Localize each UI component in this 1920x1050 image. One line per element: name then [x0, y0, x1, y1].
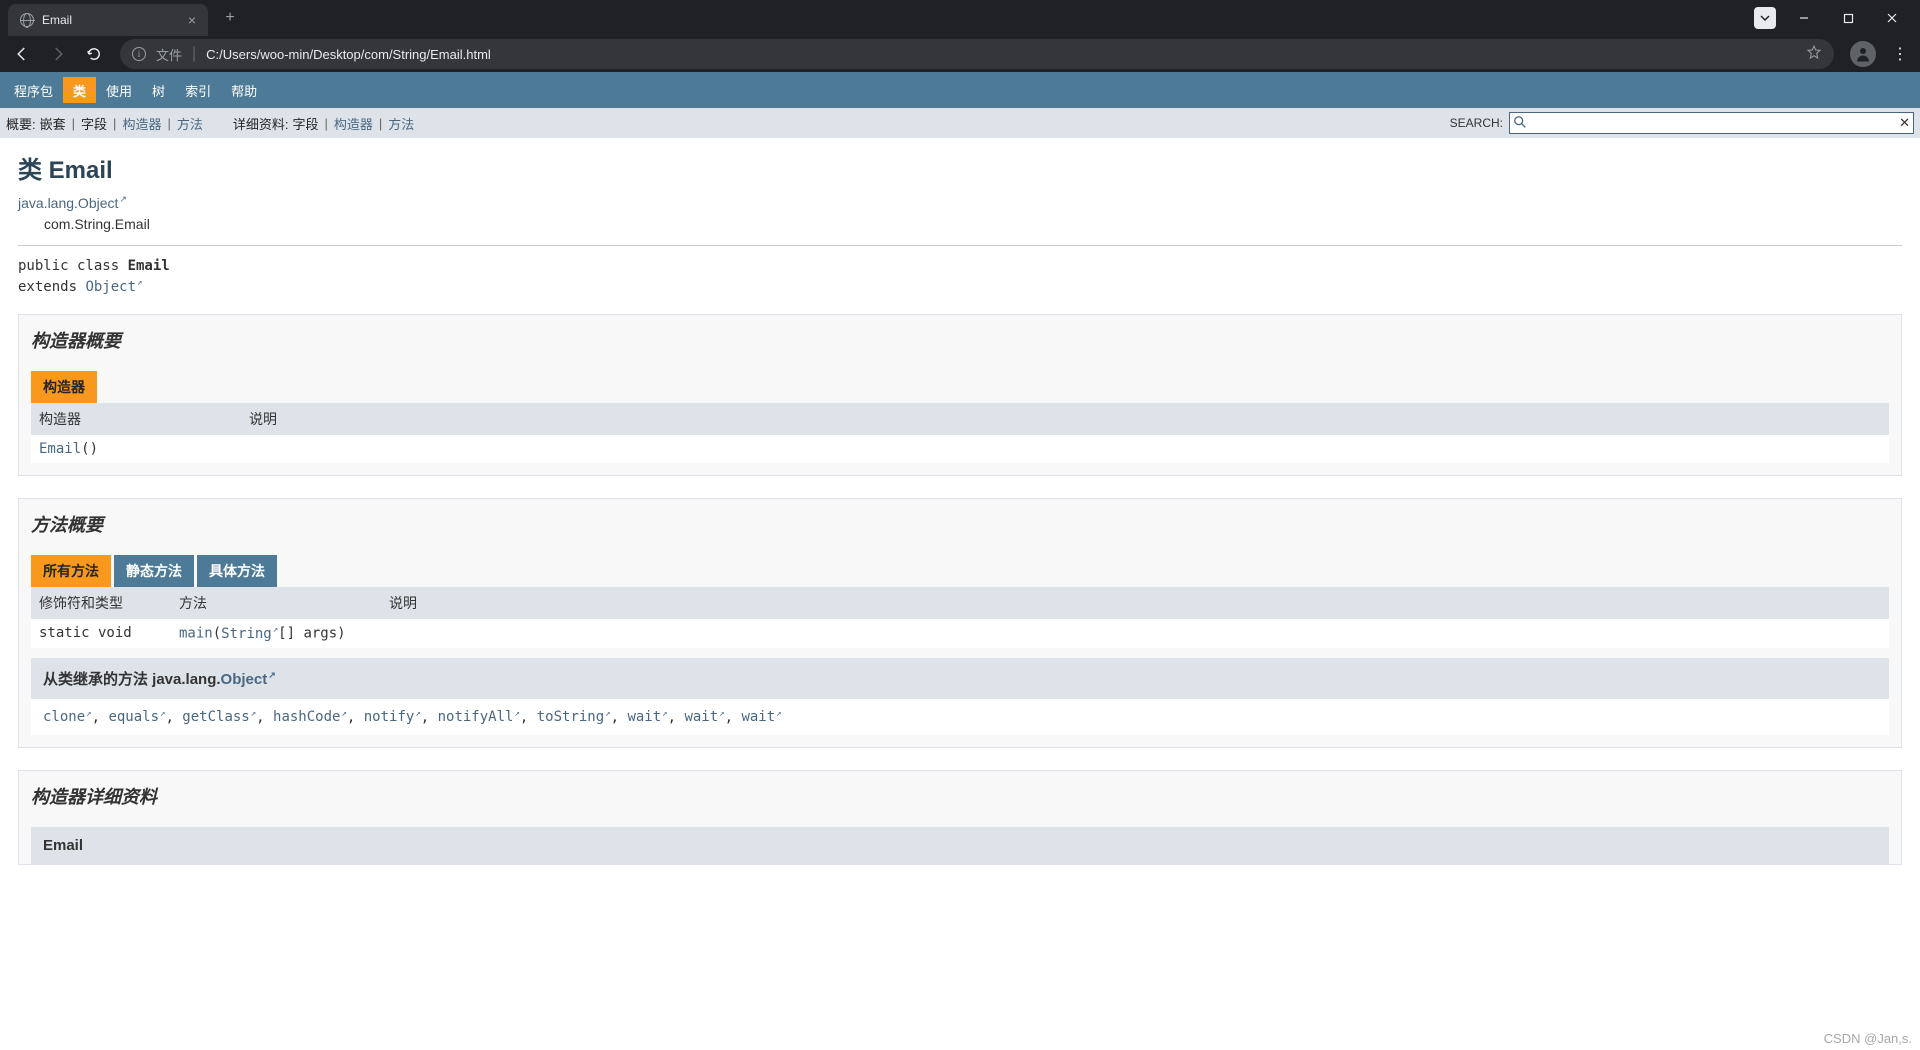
inherited-method-link[interactable]: getClass [182, 709, 256, 725]
inherited-title: 从类继承的方法 java.lang.Object [43, 671, 276, 688]
constructor-detail-name: Email [31, 827, 1889, 864]
class-fullname: com.String.Email [44, 214, 1902, 235]
url-scheme: 文件 [156, 45, 182, 64]
window-controls [1754, 3, 1912, 33]
profile-button[interactable] [1850, 41, 1876, 67]
constructor-summary: 构造器概要 构造器 构造器 说明 Email() [18, 314, 1902, 476]
globe-icon [20, 13, 34, 27]
subnav-link[interactable]: 构造器 [122, 114, 161, 133]
nav-item[interactable]: 树 [142, 77, 175, 103]
extensions-icon[interactable] [1754, 7, 1776, 29]
inherited-method-link[interactable]: notifyAll [438, 709, 520, 725]
page-title: 类 Email [18, 150, 1902, 185]
forward-button[interactable] [42, 38, 74, 70]
extends-link[interactable]: Object [85, 279, 142, 295]
class-signature: public class Email extends Object [18, 256, 1902, 298]
subnav-link[interactable]: 方法 [177, 114, 203, 133]
constructor-detail: 构造器详细资料 Email [18, 770, 1902, 865]
nav-item[interactable]: 类 [63, 77, 96, 103]
search-icon [1513, 115, 1527, 129]
tab-constructors[interactable]: 构造器 [31, 371, 97, 403]
content-scroll[interactable]: 类 Email java.lang.Object com.String.Emai… [0, 138, 1920, 1050]
subnav-text: 字段 [81, 114, 107, 133]
inherited-method-link[interactable]: notify [364, 709, 421, 725]
method-link[interactable]: main [179, 626, 213, 642]
star-icon[interactable] [1806, 44, 1822, 65]
inherited-methods-list: clone, equals, getClass, hashCode, notif… [31, 699, 1889, 736]
method-tab[interactable]: 静态方法 [114, 555, 194, 587]
inherited-method-link[interactable]: hashCode [273, 709, 347, 725]
search-label: SEARCH: [1450, 116, 1503, 130]
section-heading: 构造器详细资料 [31, 783, 1889, 809]
nav-bar: i 文件 | C:/Users/woo-min/Desktop/com/Stri… [0, 36, 1920, 72]
nav-item[interactable]: 使用 [96, 77, 142, 103]
subnav-text: 字段 [292, 114, 318, 133]
javadoc-sub-nav: 概要: 嵌套|字段|构造器|方法 详细资料: 字段|构造器|方法 SEARCH:… [0, 108, 1920, 138]
search-wrap: SEARCH: ✕ [1450, 112, 1914, 134]
tab-bar: Email × + [0, 0, 1920, 36]
section-heading: 方法概要 [31, 511, 1889, 537]
inherited-methods-header: 从类继承的方法 java.lang.Object [31, 658, 1889, 699]
method-table: 修饰符和类型 方法 说明 static voidmain(String[] ar… [31, 587, 1889, 648]
inheritance-tree: java.lang.Object com.String.Email [18, 193, 1902, 235]
close-window-button[interactable] [1872, 3, 1912, 33]
subnav-link[interactable]: 构造器 [334, 114, 373, 133]
url-bar[interactable]: i 文件 | C:/Users/woo-min/Desktop/com/Stri… [120, 39, 1834, 69]
inherited-method-link[interactable]: wait [627, 709, 667, 725]
maximize-button[interactable] [1828, 3, 1868, 33]
back-button[interactable] [6, 38, 38, 70]
inherited-method-link[interactable]: wait [741, 709, 781, 725]
constructor-table: 构造器 说明 Email() [31, 403, 1889, 463]
new-tab-button[interactable]: + [218, 6, 242, 30]
inherited-method-link[interactable]: wait [684, 709, 724, 725]
inherited-method-link[interactable]: equals [108, 709, 165, 725]
info-icon[interactable]: i [132, 47, 146, 61]
nav-item[interactable]: 帮助 [221, 77, 267, 103]
browser-tab[interactable]: Email × [8, 4, 208, 36]
menu-button[interactable]: ⋮ [1886, 44, 1914, 64]
col-description: 说明 [241, 403, 1889, 435]
constructor-link[interactable]: Email [39, 441, 81, 457]
col-constructor: 构造器 [31, 403, 241, 435]
minimize-button[interactable] [1784, 3, 1824, 33]
search-input[interactable] [1509, 112, 1914, 134]
inherited-method-link[interactable]: clone [43, 709, 92, 725]
method-tabs: 所有方法静态方法具体方法 [31, 555, 1889, 587]
browser-chrome: Email × + i 文件 | C:/Users/woo-min/Deskto… [0, 0, 1920, 72]
superclass-link[interactable]: java.lang.Object [18, 195, 127, 211]
tab-title: Email [42, 13, 72, 27]
constructor-tabs: 构造器 [31, 371, 1889, 403]
close-icon[interactable]: × [188, 12, 196, 28]
method-tab[interactable]: 所有方法 [31, 555, 111, 587]
subnav-text: 嵌套 [40, 114, 66, 133]
clear-icon[interactable]: ✕ [1899, 115, 1910, 131]
method-tab[interactable]: 具体方法 [197, 555, 277, 587]
javadoc-top-nav: 程序包类使用树索引帮助 [0, 72, 1920, 108]
col-method: 方法 [171, 587, 381, 619]
col-modifier: 修饰符和类型 [31, 587, 171, 619]
section-heading: 构造器概要 [31, 327, 1889, 353]
nav-item[interactable]: 索引 [175, 77, 221, 103]
method-summary: 方法概要 所有方法静态方法具体方法 修饰符和类型 方法 说明 static vo… [18, 498, 1902, 748]
inherited-method-link[interactable]: toString [537, 709, 611, 725]
reload-button[interactable] [78, 38, 110, 70]
col-description: 说明 [381, 587, 1889, 619]
inherited-class-link[interactable]: Object [221, 671, 276, 688]
subnav-link[interactable]: 方法 [388, 114, 414, 133]
nav-item[interactable]: 程序包 [4, 77, 63, 103]
param-type-link[interactable]: String [221, 626, 278, 642]
content: 类 Email java.lang.Object com.String.Emai… [0, 138, 1920, 947]
table-row: static voidmain(String[] args) [31, 619, 1889, 648]
table-row: Email() [31, 435, 1889, 463]
url-path: C:/Users/woo-min/Desktop/com/String/Emai… [206, 47, 491, 62]
